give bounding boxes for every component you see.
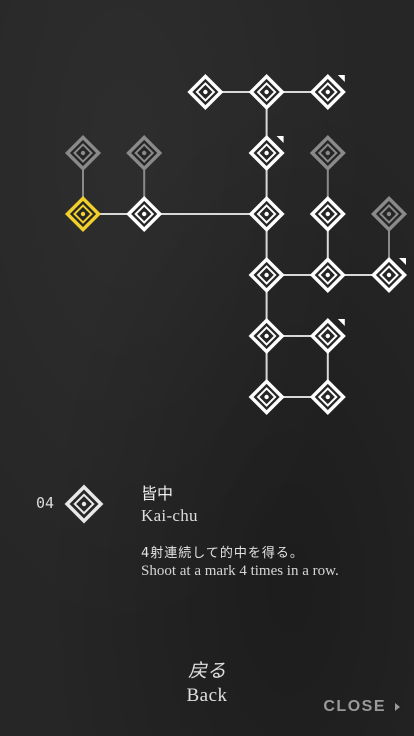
skill-node-b0[interactable] xyxy=(64,134,102,172)
skill-tree xyxy=(64,73,408,416)
skill-node-a2[interactable] xyxy=(248,73,285,111)
achievement-description-en: Shoot at a mark 4 times in a row. xyxy=(141,563,339,579)
skill-node-a1[interactable] xyxy=(187,73,224,111)
skill-node-d3[interactable] xyxy=(370,256,408,294)
achievement-number: 04 xyxy=(36,494,55,512)
close-label: CLOSE xyxy=(323,698,386,715)
skill-node-c3[interactable] xyxy=(309,195,346,233)
new-corner-mark-icon xyxy=(276,136,284,143)
back-label-jp: 戻る xyxy=(187,660,226,682)
achievement-title-jp: 皆中 xyxy=(141,484,174,503)
skill-node-a3[interactable] xyxy=(309,73,346,111)
skill-node-b3[interactable] xyxy=(309,134,346,172)
skill-node-b1[interactable] xyxy=(126,134,163,172)
achievement-title-en: Kai-chu xyxy=(141,506,198,525)
skill-node-c0[interactable] xyxy=(64,195,102,233)
skill-node-e1[interactable] xyxy=(248,317,285,355)
new-corner-mark-icon xyxy=(337,75,345,82)
chevron-right-icon xyxy=(395,703,400,711)
achievement-detail: 04 皆中 Kai-chu 4射連続して的中を得る。 Shoot at a ma… xyxy=(0,470,414,610)
skill-node-b2[interactable] xyxy=(248,134,285,172)
skill-node-c2[interactable] xyxy=(248,195,285,233)
new-corner-mark-icon xyxy=(337,319,345,326)
skill-node-f1[interactable] xyxy=(248,378,285,416)
skill-node-e2[interactable] xyxy=(309,317,346,355)
new-corner-mark-icon xyxy=(399,258,406,265)
skill-node-c4[interactable] xyxy=(370,195,408,233)
skill-node-f2[interactable] xyxy=(309,378,346,416)
skill-node-d1[interactable] xyxy=(248,256,285,294)
skill-node-d2[interactable] xyxy=(309,256,346,294)
target-diamond-icon xyxy=(64,484,104,524)
skill-node-c1[interactable] xyxy=(126,195,163,233)
achievement-description-jp: 4射連続して的中を得る。 xyxy=(141,546,304,561)
close-button[interactable]: CLOSE xyxy=(323,698,400,716)
